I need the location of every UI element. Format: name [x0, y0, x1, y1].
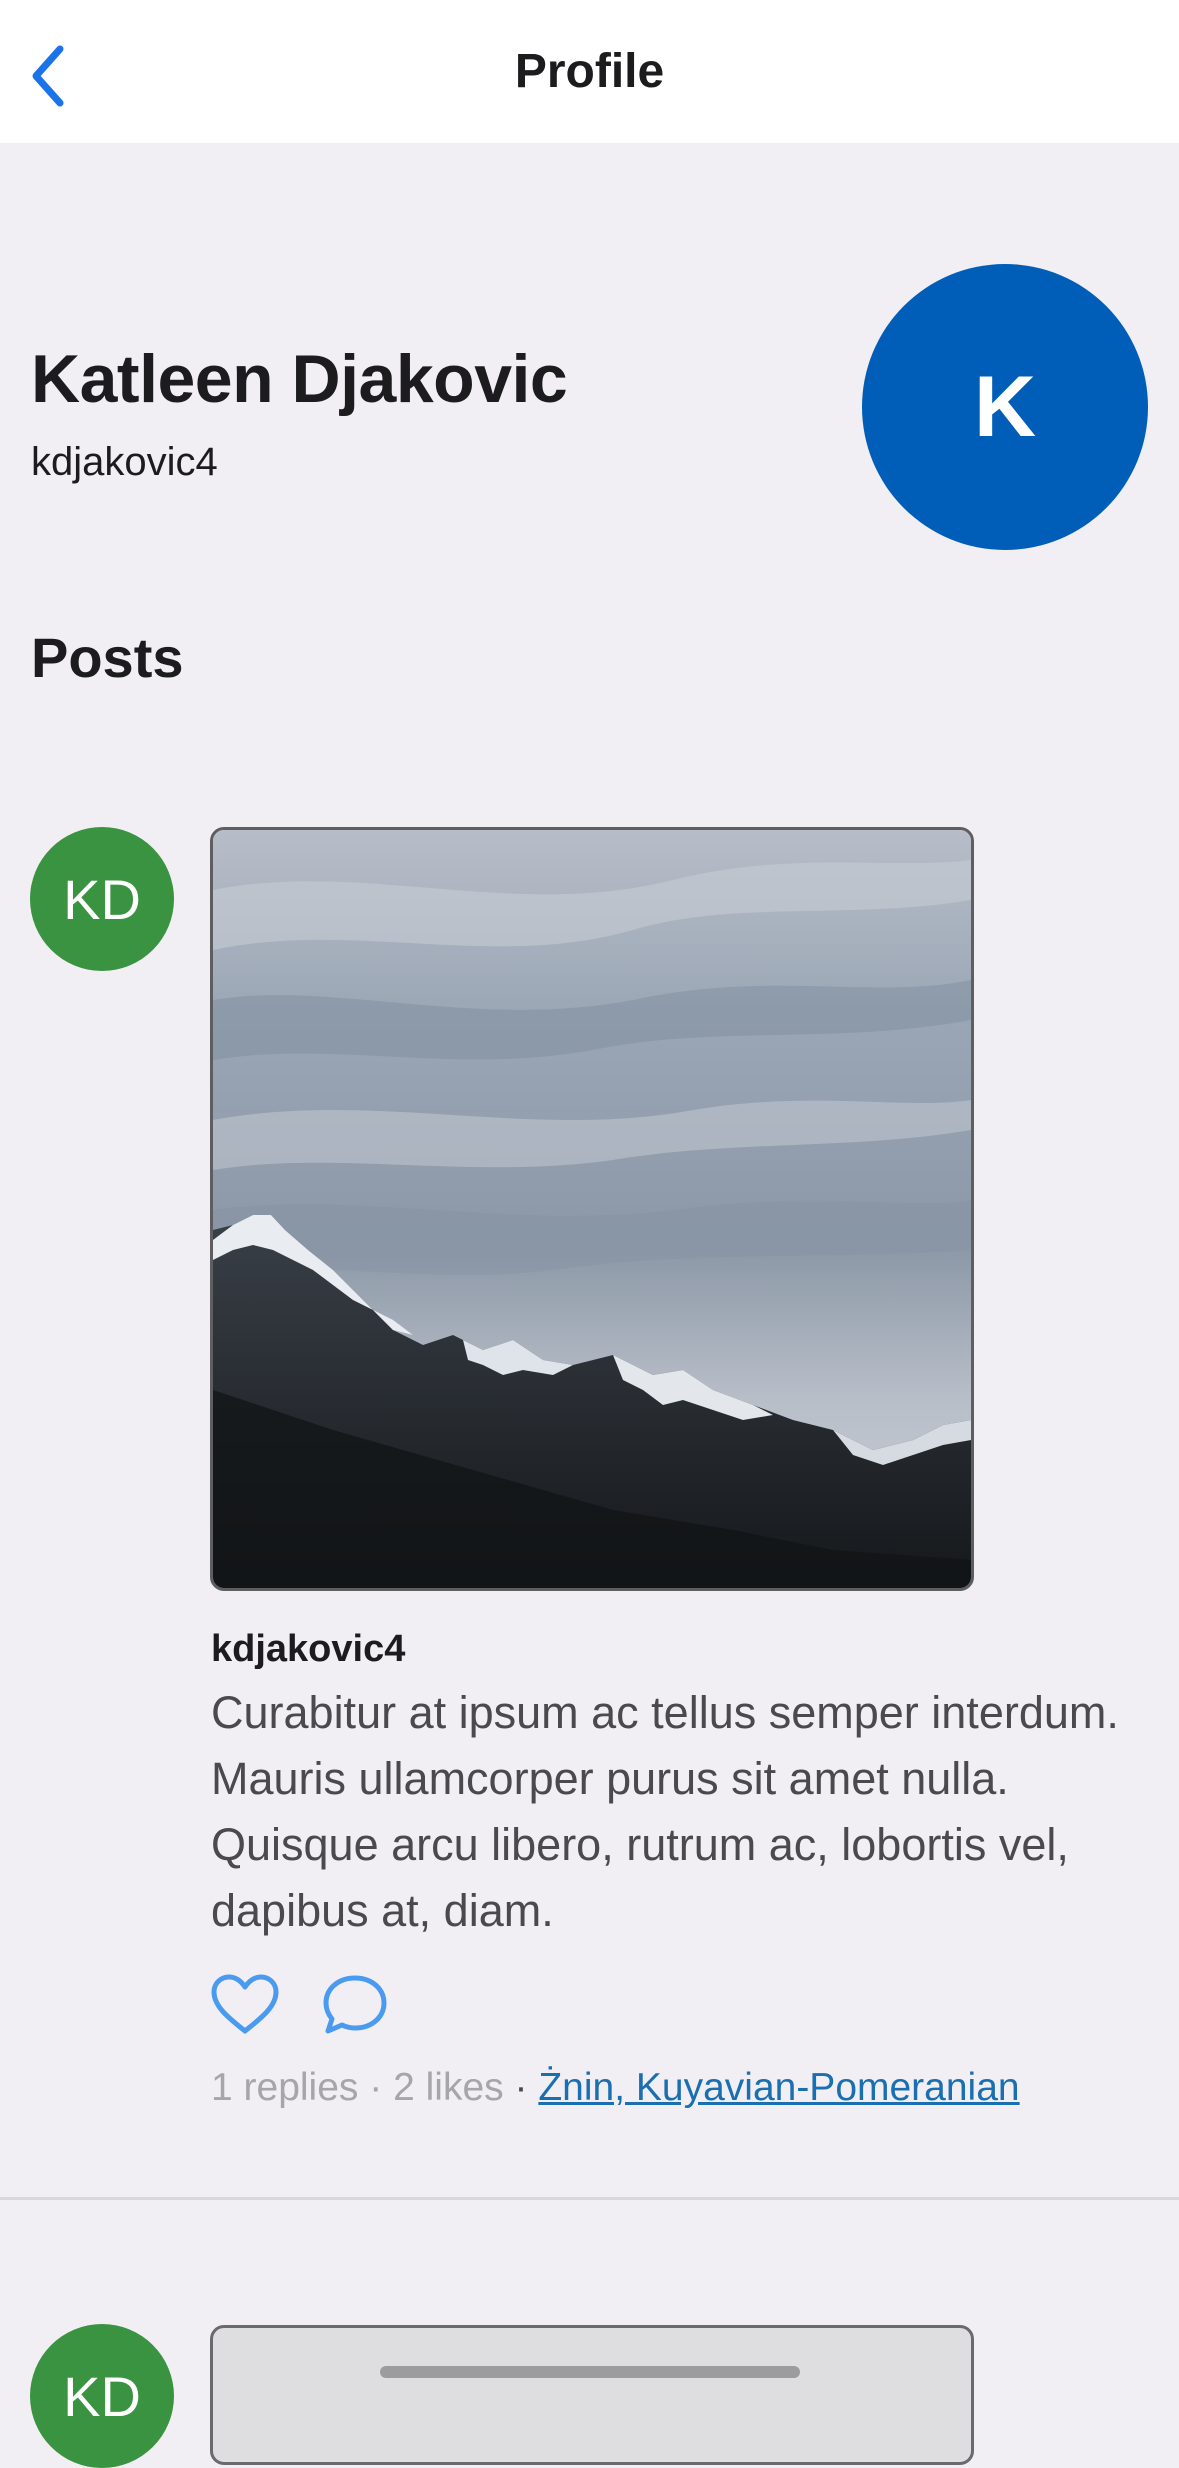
profile-name: Katleen Djakovic: [31, 341, 568, 417]
page-title: Profile: [514, 45, 665, 98]
profile-handle: kdjakovic4: [31, 440, 218, 484]
post-author-avatar[interactable]: KD: [30, 2324, 174, 2468]
replies-count[interactable]: 1 replies: [211, 2066, 358, 2109]
post-divider: [0, 2197, 1179, 2200]
meta-separator: ·: [514, 2066, 528, 2109]
home-indicator[interactable]: [380, 2366, 800, 2378]
reply-button[interactable]: [318, 1970, 392, 2038]
like-button[interactable]: [208, 1970, 282, 2038]
post-meta: 1 replies · 2 likes · Żnin, Kuyavian-Pom…: [211, 2066, 1020, 2110]
post-body-text: Curabitur at ipsum ac tellus semper inte…: [211, 1687, 1119, 1936]
heart-icon: [211, 1974, 279, 2034]
posts-heading: Posts: [31, 626, 184, 689]
post-image[interactable]: [210, 2325, 974, 2465]
likes-count[interactable]: 2 likes: [393, 2066, 504, 2109]
comment-bubble-icon: [323, 1975, 387, 2034]
post-author-avatar[interactable]: KD: [30, 827, 174, 971]
location-link[interactable]: Żnin, Kuyavian-Pomeranian: [538, 2066, 1019, 2109]
navigation-bar: Profile: [0, 0, 1179, 143]
meta-separator: ·: [369, 2066, 383, 2109]
post-image[interactable]: [210, 827, 974, 1591]
profile-avatar[interactable]: K: [862, 264, 1148, 550]
mountain-photo: [213, 830, 971, 1588]
post-username[interactable]: kdjakovic4: [211, 1628, 405, 1671]
